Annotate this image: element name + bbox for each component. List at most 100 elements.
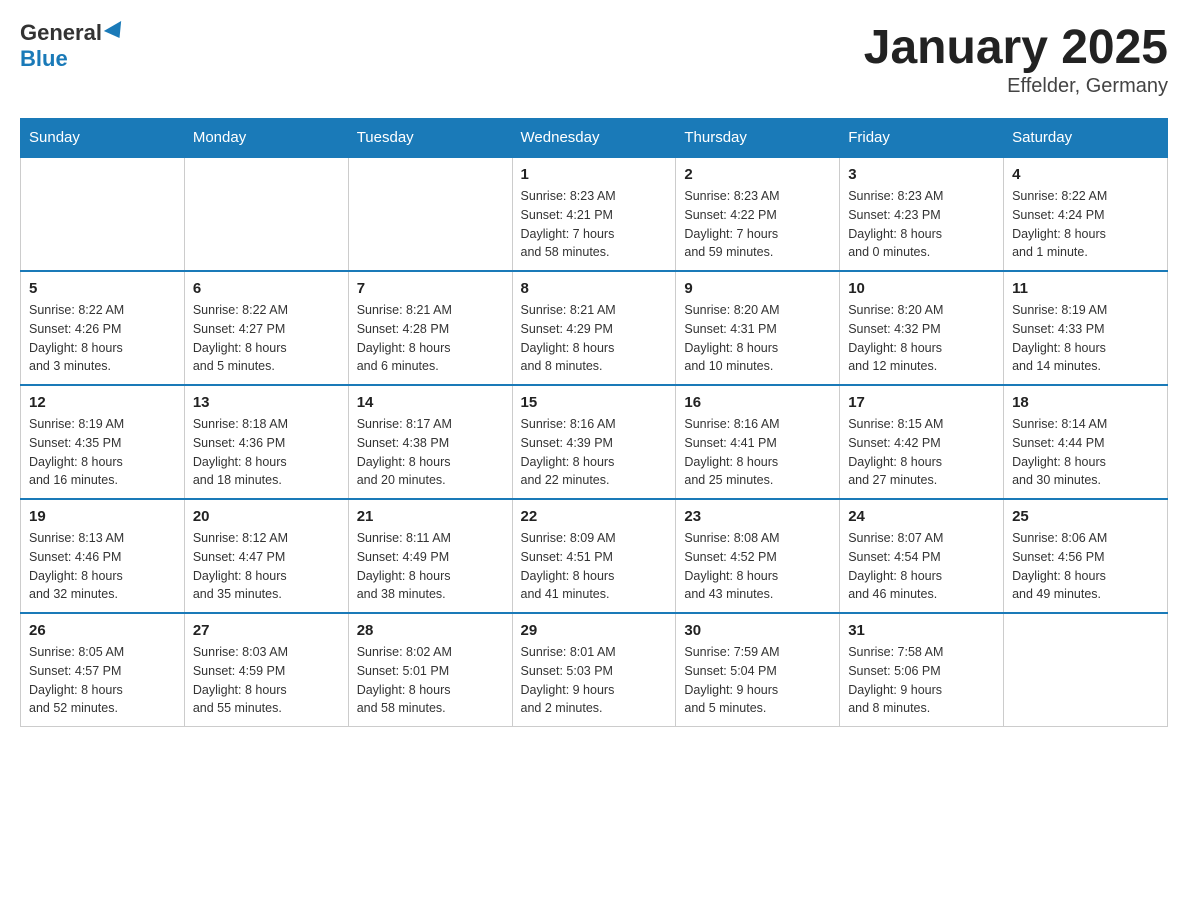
- title-block: January 2025 Effelder, Germany: [864, 20, 1168, 98]
- day-info: Sunrise: 8:12 AMSunset: 4:47 PMDaylight:…: [193, 529, 340, 604]
- calendar-cell: 25Sunrise: 8:06 AMSunset: 4:56 PMDayligh…: [1004, 499, 1168, 613]
- page-subtitle: Effelder, Germany: [864, 75, 1168, 98]
- day-number: 24: [848, 508, 995, 525]
- logo-icon: [104, 21, 128, 43]
- calendar-cell: [21, 157, 185, 271]
- day-info: Sunrise: 8:07 AMSunset: 4:54 PMDaylight:…: [848, 529, 995, 604]
- calendar-cell: 7 Sunrise: 8:21 AMSunset: 4:28 PMDaylight…: [348, 271, 512, 385]
- calendar-cell: 23 Sunrise: 8:08 AMSunset: 4:52 PMDayligh…: [676, 499, 840, 613]
- day-number: 29: [521, 622, 668, 639]
- day-info: Sunrise: 8:23 AMSunset: 4:23 PMDaylight:…: [848, 187, 995, 262]
- day-info: Sunrise: 8:01 AMSunset: 5:03 PMDaylight:…: [521, 643, 668, 718]
- calendar-cell: 31Sunrise: 7:58 AMSunset: 5:06 PMDayligh…: [840, 613, 1004, 727]
- day-number: 21: [357, 508, 504, 525]
- day-info: Sunrise: 8:06 AMSunset: 4:56 PMDaylight:…: [1012, 529, 1159, 604]
- day-number: 23: [684, 508, 831, 525]
- calendar-week-2: 5 Sunrise: 8:22 AMSunset: 4:26 PMDaylight…: [21, 271, 1168, 385]
- page-title: January 2025: [864, 20, 1168, 75]
- day-info: Sunrise: 8:23 AMSunset: 4:22 PMDaylight:…: [684, 187, 831, 262]
- day-number: 22: [521, 508, 668, 525]
- day-info: Sunrise: 8:02 AMSunset: 5:01 PMDaylight:…: [357, 643, 504, 718]
- calendar-cell: 9 Sunrise: 8:20 AMSunset: 4:31 PMDaylight…: [676, 271, 840, 385]
- logo-general-text: General: [20, 20, 102, 45]
- calendar-cell: 16 Sunrise: 8:16 AMSunset: 4:41 PMDayligh…: [676, 385, 840, 499]
- col-saturday: Saturday: [1004, 119, 1168, 158]
- day-info: Sunrise: 8:20 AMSunset: 4:31 PMDaylight:…: [684, 301, 831, 376]
- col-friday: Friday: [840, 119, 1004, 158]
- day-number: 6: [193, 280, 340, 297]
- day-number: 27: [193, 622, 340, 639]
- calendar-cell: 13 Sunrise: 8:18 AMSunset: 4:36 PMDayligh…: [184, 385, 348, 499]
- day-info: Sunrise: 8:19 AMSunset: 4:35 PMDaylight:…: [29, 415, 176, 490]
- calendar-cell: 30 Sunrise: 7:59 AMSunset: 5:04 PMDayligh…: [676, 613, 840, 727]
- day-number: 15: [521, 394, 668, 411]
- day-info: Sunrise: 8:16 AMSunset: 4:41 PMDaylight:…: [684, 415, 831, 490]
- calendar-cell: 29 Sunrise: 8:01 AMSunset: 5:03 PMDayligh…: [512, 613, 676, 727]
- calendar-cell: 24 Sunrise: 8:07 AMSunset: 4:54 PMDayligh…: [840, 499, 1004, 613]
- day-info: Sunrise: 8:09 AMSunset: 4:51 PMDaylight:…: [521, 529, 668, 604]
- day-info: Sunrise: 8:11 AMSunset: 4:49 PMDaylight:…: [357, 529, 504, 604]
- day-info: Sunrise: 8:22 AMSunset: 4:24 PMDaylight:…: [1012, 187, 1159, 262]
- day-number: 4: [1012, 166, 1159, 183]
- day-number: 30: [684, 622, 831, 639]
- calendar-cell: 22 Sunrise: 8:09 AMSunset: 4:51 PMDayligh…: [512, 499, 676, 613]
- day-info: Sunrise: 8:13 AMSunset: 4:46 PMDaylight:…: [29, 529, 176, 604]
- calendar-cell: 8 Sunrise: 8:21 AMSunset: 4:29 PMDaylight…: [512, 271, 676, 385]
- day-info: Sunrise: 8:14 AMSunset: 4:44 PMDaylight:…: [1012, 415, 1159, 490]
- day-number: 7: [357, 280, 504, 297]
- day-info: Sunrise: 8:18 AMSunset: 4:36 PMDaylight:…: [193, 415, 340, 490]
- calendar-cell: 19 Sunrise: 8:13 AMSunset: 4:46 PMDayligh…: [21, 499, 185, 613]
- calendar-header: Sunday Monday Tuesday Wednesday Thursday…: [21, 119, 1168, 158]
- calendar-cell: 12Sunrise: 8:19 AMSunset: 4:35 PMDayligh…: [21, 385, 185, 499]
- calendar-cell: 5 Sunrise: 8:22 AMSunset: 4:26 PMDaylight…: [21, 271, 185, 385]
- day-info: Sunrise: 7:58 AMSunset: 5:06 PMDaylight:…: [848, 643, 995, 718]
- calendar-week-3: 12Sunrise: 8:19 AMSunset: 4:35 PMDayligh…: [21, 385, 1168, 499]
- day-number: 5: [29, 280, 176, 297]
- col-sunday: Sunday: [21, 119, 185, 158]
- day-number: 2: [684, 166, 831, 183]
- day-info: Sunrise: 8:20 AMSunset: 4:32 PMDaylight:…: [848, 301, 995, 376]
- calendar-cell: 27 Sunrise: 8:03 AMSunset: 4:59 PMDayligh…: [184, 613, 348, 727]
- logo: General Blue: [20, 20, 126, 73]
- day-number: 8: [521, 280, 668, 297]
- page-header: General Blue January 2025 Effelder, Germ…: [20, 20, 1168, 98]
- calendar-cell: 17 Sunrise: 8:15 AMSunset: 4:42 PMDayligh…: [840, 385, 1004, 499]
- logo-blue-text: Blue: [20, 46, 68, 71]
- calendar-cell: 14Sunrise: 8:17 AMSunset: 4:38 PMDayligh…: [348, 385, 512, 499]
- calendar-cell: 1 Sunrise: 8:23 AMSunset: 4:21 PMDaylight…: [512, 157, 676, 271]
- calendar-cell: [348, 157, 512, 271]
- day-number: 14: [357, 394, 504, 411]
- day-number: 10: [848, 280, 995, 297]
- calendar-cell: 15Sunrise: 8:16 AMSunset: 4:39 PMDayligh…: [512, 385, 676, 499]
- day-info: Sunrise: 8:22 AMSunset: 4:27 PMDaylight:…: [193, 301, 340, 376]
- calendar-cell: 4 Sunrise: 8:22 AMSunset: 4:24 PMDaylight…: [1004, 157, 1168, 271]
- day-number: 16: [684, 394, 831, 411]
- day-number: 19: [29, 508, 176, 525]
- day-info: Sunrise: 8:21 AMSunset: 4:28 PMDaylight:…: [357, 301, 504, 376]
- day-number: 20: [193, 508, 340, 525]
- calendar-cell: [1004, 613, 1168, 727]
- day-info: Sunrise: 8:08 AMSunset: 4:52 PMDaylight:…: [684, 529, 831, 604]
- day-number: 26: [29, 622, 176, 639]
- day-number: 13: [193, 394, 340, 411]
- day-info: Sunrise: 7:59 AMSunset: 5:04 PMDaylight:…: [684, 643, 831, 718]
- day-number: 9: [684, 280, 831, 297]
- day-info: Sunrise: 8:23 AMSunset: 4:21 PMDaylight:…: [521, 187, 668, 262]
- calendar-body: 1 Sunrise: 8:23 AMSunset: 4:21 PMDaylight…: [21, 157, 1168, 727]
- calendar-cell: 20 Sunrise: 8:12 AMSunset: 4:47 PMDayligh…: [184, 499, 348, 613]
- calendar-cell: 11Sunrise: 8:19 AMSunset: 4:33 PMDayligh…: [1004, 271, 1168, 385]
- day-info: Sunrise: 8:22 AMSunset: 4:26 PMDaylight:…: [29, 301, 176, 376]
- day-info: Sunrise: 8:15 AMSunset: 4:42 PMDaylight:…: [848, 415, 995, 490]
- header-row: Sunday Monday Tuesday Wednesday Thursday…: [21, 119, 1168, 158]
- day-info: Sunrise: 8:03 AMSunset: 4:59 PMDaylight:…: [193, 643, 340, 718]
- day-number: 18: [1012, 394, 1159, 411]
- day-number: 1: [521, 166, 668, 183]
- calendar-cell: 6 Sunrise: 8:22 AMSunset: 4:27 PMDaylight…: [184, 271, 348, 385]
- calendar-cell: 10 Sunrise: 8:20 AMSunset: 4:32 PMDayligh…: [840, 271, 1004, 385]
- col-monday: Monday: [184, 119, 348, 158]
- day-info: Sunrise: 8:05 AMSunset: 4:57 PMDaylight:…: [29, 643, 176, 718]
- col-thursday: Thursday: [676, 119, 840, 158]
- day-info: Sunrise: 8:21 AMSunset: 4:29 PMDaylight:…: [521, 301, 668, 376]
- day-number: 17: [848, 394, 995, 411]
- calendar-week-1: 1 Sunrise: 8:23 AMSunset: 4:21 PMDaylight…: [21, 157, 1168, 271]
